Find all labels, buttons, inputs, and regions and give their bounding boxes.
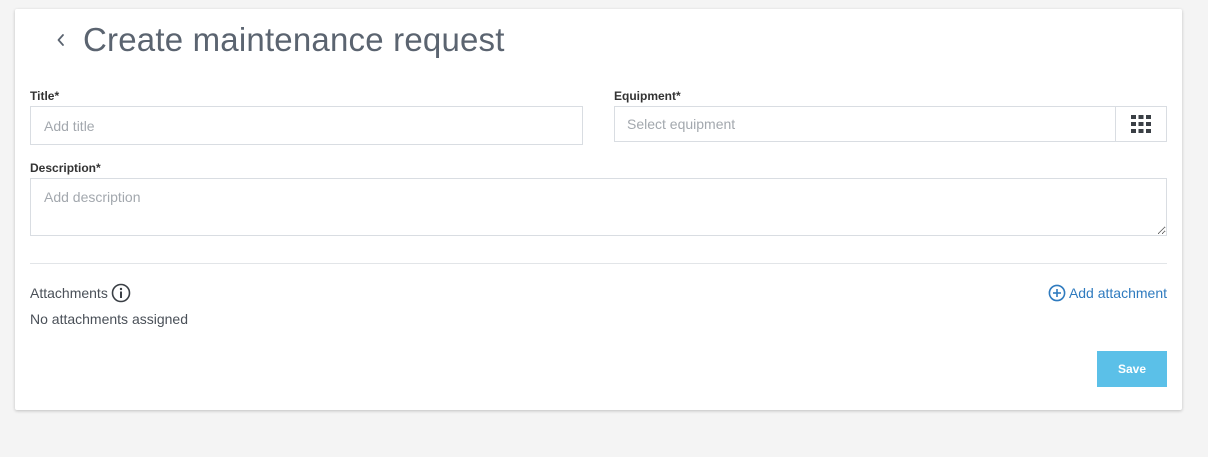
section-divider [30,263,1167,264]
equipment-picker-button[interactable] [1115,107,1166,141]
page-header: Create maintenance request [51,23,505,57]
equipment-input[interactable] [615,107,1115,141]
attachments-label: Attachments [30,285,108,301]
description-textarea[interactable] [30,178,1167,236]
plus-circle-icon [1048,284,1066,302]
maintenance-request-card: Create maintenance request Title* Equipm… [15,9,1182,410]
description-label: Description* [30,161,101,175]
equipment-field [614,106,1167,142]
title-input[interactable] [30,106,583,145]
info-icon[interactable] [111,283,131,303]
page-title: Create maintenance request [83,21,505,58]
save-button[interactable]: Save [1097,351,1167,387]
equipment-label: Equipment* [614,89,681,103]
attachments-header: Attachments [30,283,131,303]
grid-icon [1131,115,1151,133]
add-attachment-link[interactable]: Add attachment [1048,284,1167,302]
add-attachment-label: Add attachment [1068,285,1167,301]
title-label: Title* [30,89,60,103]
no-attachments-text: No attachments assigned [30,311,188,327]
chevron-left-icon[interactable] [51,23,71,57]
